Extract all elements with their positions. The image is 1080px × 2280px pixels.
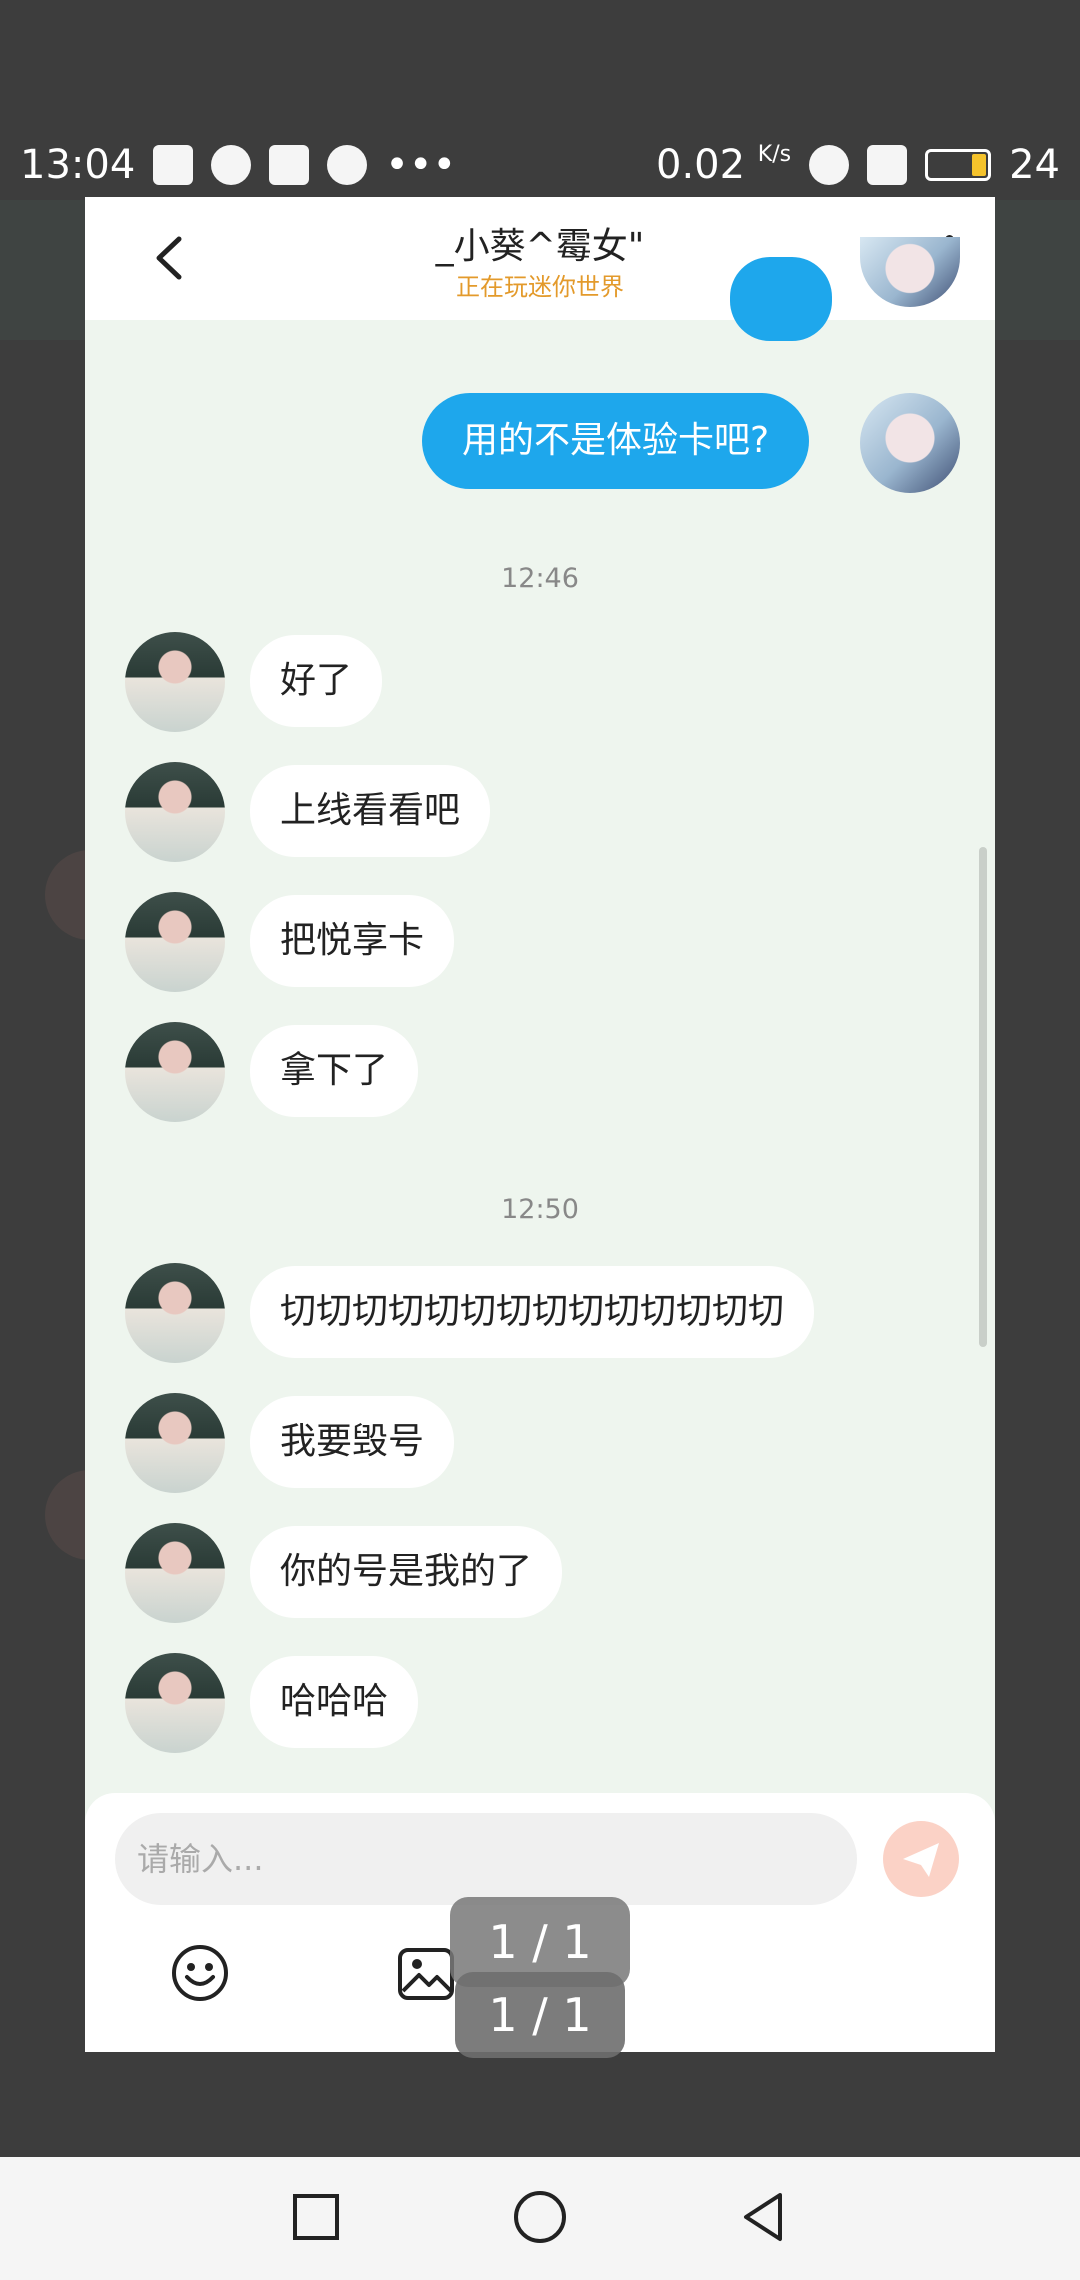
contact-avatar[interactable] [125, 1393, 225, 1493]
outgoing-message: 用的不是体验卡吧? [422, 393, 810, 489]
incoming-message: 切切切切切切切切切切切切切切 [250, 1266, 815, 1358]
contact-avatar[interactable] [125, 1263, 225, 1363]
incoming-message: 我要毁号 [250, 1396, 455, 1488]
outgoing-bubble-partial [730, 257, 832, 341]
chat-header: _小葵^霉女" 正在玩迷你世界 [85, 197, 995, 320]
circle-icon[interactable] [510, 2187, 570, 2247]
message-input[interactable] [115, 1813, 857, 1905]
incoming-message: 好了 [250, 635, 383, 727]
contact-avatar[interactable] [125, 1022, 225, 1122]
system-nav-bar [0, 2157, 1080, 2280]
status-time: 13:04 [20, 142, 136, 188]
incoming-message: 上线看看吧 [250, 765, 491, 857]
contact-avatar[interactable] [125, 1653, 225, 1753]
send-button[interactable] [883, 1821, 959, 1897]
status-bar: 13:04 ••• 0.02 K/s 24 [0, 130, 1080, 200]
send-icon [903, 1843, 939, 1877]
contact-avatar[interactable] [125, 892, 225, 992]
emoji-icon[interactable] [170, 1943, 230, 2003]
net-speed: 0.02 K/s [656, 142, 792, 188]
screen-icon [867, 145, 908, 185]
page-counter-secondary: 1 / 1 [455, 1972, 625, 2058]
timestamp: 12:50 [501, 1194, 579, 1225]
incoming-message: 把悦享卡 [250, 895, 455, 987]
mail-icon [153, 145, 194, 185]
contact-status: 正在玩迷你世界 [456, 273, 624, 301]
incoming-message: 哈哈哈 [250, 1656, 419, 1748]
more-notifications-icon: ••• [385, 142, 457, 188]
chat-screenshot: _小葵^霉女" 正在玩迷你世界 用的不是体验卡吧? 12:46 好了 上线看看吧… [85, 197, 995, 2052]
contact-name: _小葵^霉女" [435, 226, 645, 267]
timestamp: 12:46 [501, 563, 579, 594]
image-icon[interactable] [397, 1947, 455, 2001]
incoming-message: 拿下了 [250, 1025, 419, 1117]
battery-level: 24 [1009, 142, 1060, 188]
chat-scrollbar[interactable] [979, 847, 987, 1347]
contact-avatar[interactable] [125, 632, 225, 732]
image-notify-icon [269, 145, 310, 185]
app-notify-icon [327, 145, 368, 185]
contact-avatar[interactable] [125, 1523, 225, 1623]
my-avatar[interactable] [860, 393, 960, 493]
battery-icon [925, 149, 992, 181]
wifi-icon [809, 145, 850, 185]
triangle-back-icon[interactable] [734, 2187, 794, 2247]
contact-avatar[interactable] [125, 762, 225, 862]
download-icon [211, 145, 252, 185]
incoming-message: 你的号是我的了 [250, 1526, 563, 1618]
square-icon[interactable] [286, 2187, 346, 2247]
